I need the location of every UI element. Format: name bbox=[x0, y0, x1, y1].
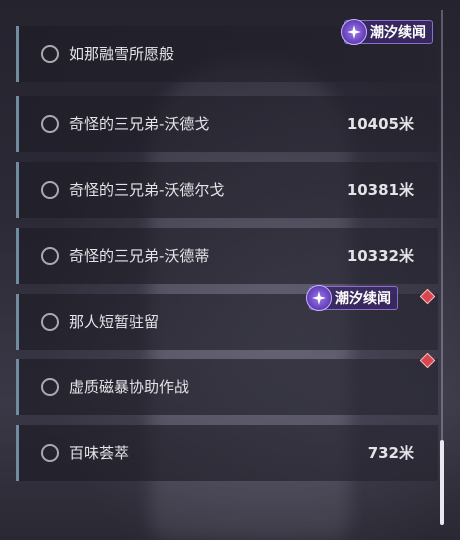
tide-story-badge: 潮汐续闻 bbox=[341, 19, 433, 45]
radio-circle-icon[interactable] bbox=[41, 45, 59, 63]
quest-item[interactable]: 百味荟萃 732米 bbox=[16, 425, 438, 481]
quest-distance: 10405米 bbox=[346, 115, 414, 133]
quest-label: 百味荟萃 bbox=[69, 444, 130, 462]
tide-sparkle-icon bbox=[341, 19, 367, 45]
quest-label: 奇怪的三兄弟-沃德戈 bbox=[69, 115, 210, 133]
scrollbar-thumb[interactable] bbox=[440, 440, 444, 525]
quest-distance: 732米 bbox=[367, 444, 414, 462]
radio-circle-icon[interactable] bbox=[41, 378, 59, 396]
radio-circle-icon[interactable] bbox=[41, 247, 59, 265]
quest-item[interactable]: 奇怪的三兄弟-沃德戈 10405米 bbox=[16, 96, 438, 152]
radio-circle-icon[interactable] bbox=[41, 115, 59, 133]
quest-label: 如那融雪所愿般 bbox=[69, 45, 175, 63]
quest-label: 虚质磁暴协助作战 bbox=[69, 378, 190, 396]
quest-label: 奇怪的三兄弟-沃德蒂 bbox=[69, 247, 210, 265]
quest-label: 那人短暂驻留 bbox=[69, 313, 160, 331]
tide-sparkle-icon bbox=[306, 285, 332, 311]
radio-circle-icon[interactable] bbox=[41, 181, 59, 199]
quest-label: 奇怪的三兄弟-沃德尔戈 bbox=[69, 181, 225, 199]
badge-label: 潮汐续闻 bbox=[370, 25, 426, 41]
radio-circle-icon[interactable] bbox=[41, 313, 59, 331]
radio-circle-icon[interactable] bbox=[41, 444, 59, 462]
quest-distance: 10332米 bbox=[346, 247, 414, 265]
tide-story-badge: 潮汐续闻 bbox=[306, 285, 398, 311]
quest-item[interactable]: 奇怪的三兄弟-沃德蒂 10332米 bbox=[16, 228, 438, 284]
quest-item[interactable]: 虚质磁暴协助作战 bbox=[16, 359, 438, 415]
badge-label: 潮汐续闻 bbox=[335, 291, 391, 307]
quest-distance: 10381米 bbox=[346, 181, 414, 199]
quest-item[interactable]: 奇怪的三兄弟-沃德尔戈 10381米 bbox=[16, 162, 438, 218]
